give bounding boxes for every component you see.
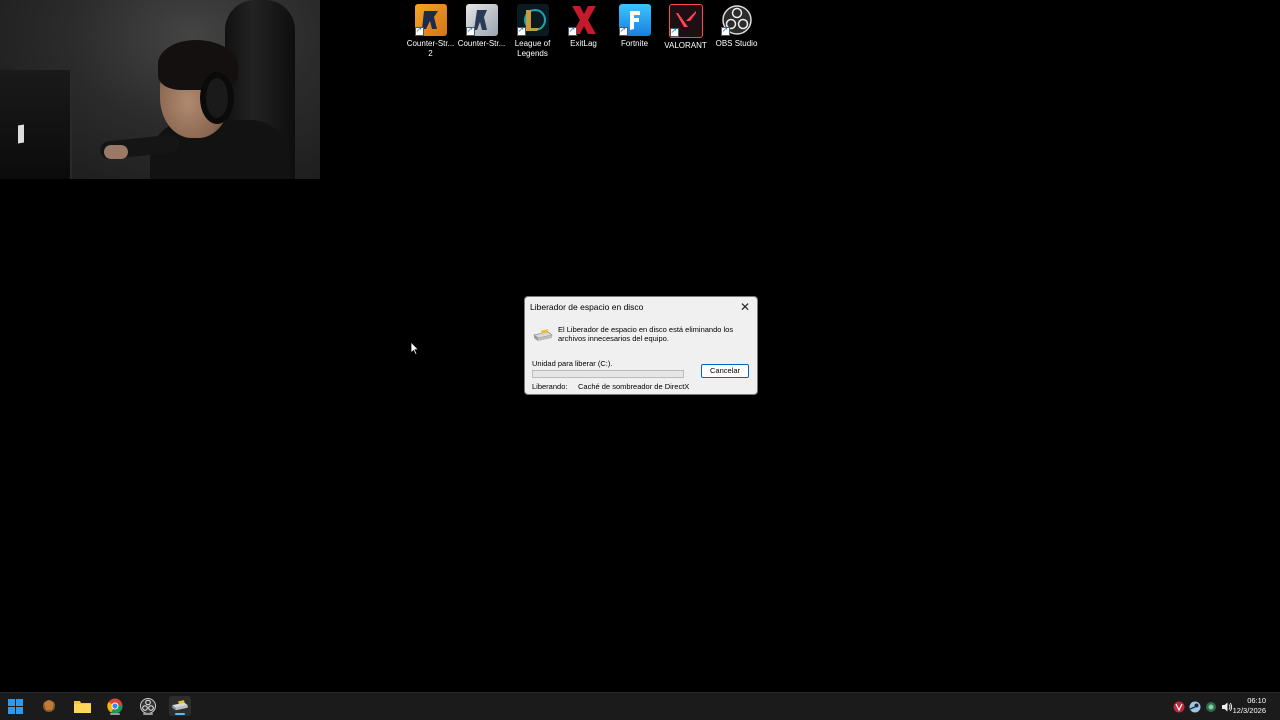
- obs-icon[interactable]: [137, 696, 159, 716]
- headset-icon: [200, 72, 234, 124]
- progress-bar: [532, 370, 684, 378]
- desktop-icon-label: Counter-Str...: [457, 39, 506, 48]
- disk-cleanup-taskbar-icon[interactable]: [169, 696, 191, 716]
- desktop-icon-label: ExitLag: [570, 39, 597, 48]
- desktop-icon-valorant[interactable]: VALORANT: [660, 4, 711, 59]
- desktop-icon-counter-strike-2[interactable]: Counter-Str... 2: [405, 4, 456, 59]
- dialog-message: El Liberador de espacio en disco está el…: [558, 325, 734, 343]
- shortcut-arrow-icon: [465, 25, 475, 36]
- chrome-icon[interactable]: [104, 696, 126, 716]
- desktop-icon-obs-studio[interactable]: OBS Studio: [711, 4, 762, 59]
- webcam-monitor-light: [18, 124, 24, 144]
- disk-cleanup-icon: [533, 329, 553, 343]
- desktop-icon-league-of-legends[interactable]: League of Legends: [507, 4, 558, 59]
- desktop-icons: Counter-Str... 2 Counter-Str... League o…: [405, 4, 762, 59]
- webcam-person-hand: [104, 145, 128, 159]
- cs2-icon: [414, 4, 447, 36]
- close-icon[interactable]: ✕: [737, 299, 753, 315]
- system-tray: [1170, 693, 1234, 720]
- fortnite-icon: [618, 4, 651, 36]
- drive-label: Unidad para liberar (C:).: [532, 359, 613, 368]
- disk-cleanup-dialog: Liberador de espacio en disco ✕ El Liber…: [524, 296, 758, 395]
- running-indicator: [143, 713, 153, 715]
- desktop-icon-fortnite[interactable]: Fortnite: [609, 4, 660, 59]
- freeing-label: Liberando:: [532, 382, 568, 391]
- cancel-button[interactable]: Cancelar: [701, 364, 749, 378]
- app-icon[interactable]: [38, 696, 60, 716]
- desktop-icon-label: Counter-Str... 2: [406, 39, 455, 58]
- taskbar: 06:10 12/3/2026: [0, 692, 1280, 720]
- shortcut-arrow-icon: [618, 25, 628, 36]
- clock-date: 12/3/2026: [1232, 706, 1266, 715]
- running-indicator: [175, 713, 185, 715]
- steam-tray-icon[interactable]: [1188, 700, 1202, 714]
- csgo-icon: [465, 4, 498, 36]
- shortcut-arrow-icon: [669, 26, 679, 37]
- system-clock[interactable]: 06:10 12/3/2026: [1233, 696, 1266, 716]
- dialog-title: Liberador de espacio en disco: [530, 302, 644, 312]
- desktop-icon-label: VALORANT: [664, 41, 707, 50]
- start-icon[interactable]: [4, 696, 26, 716]
- valorant-tray-icon[interactable]: [1172, 700, 1186, 714]
- network-tray-icon[interactable]: [1204, 700, 1218, 714]
- shortcut-arrow-icon: [414, 25, 424, 36]
- desktop-icon-label: OBS Studio: [715, 39, 758, 48]
- shortcut-arrow-icon: [720, 25, 730, 36]
- webcam-monitor: [0, 70, 72, 179]
- mouse-cursor-icon: [410, 341, 420, 356]
- league-of-legends-icon: [516, 4, 549, 36]
- freeing-value: Caché de sombreador de DirectX: [578, 382, 690, 391]
- desktop-icon-label: Fortnite: [620, 39, 649, 48]
- webcam-overlay: [0, 0, 320, 179]
- shortcut-arrow-icon: [567, 25, 577, 36]
- shortcut-arrow-icon: [516, 25, 526, 36]
- desktop-icon-exitlag[interactable]: ExitLag: [558, 4, 609, 59]
- obs-studio-icon: [720, 4, 753, 36]
- desktop-icon-counter-strike-go[interactable]: Counter-Str...: [456, 4, 507, 59]
- clock-time: 06:10: [1247, 696, 1266, 705]
- exitlag-icon: [567, 4, 600, 36]
- running-indicator: [110, 713, 120, 715]
- file-explorer-icon[interactable]: [71, 696, 93, 716]
- desktop-icon-label: League of Legends: [514, 39, 551, 58]
- valorant-icon: [668, 4, 703, 38]
